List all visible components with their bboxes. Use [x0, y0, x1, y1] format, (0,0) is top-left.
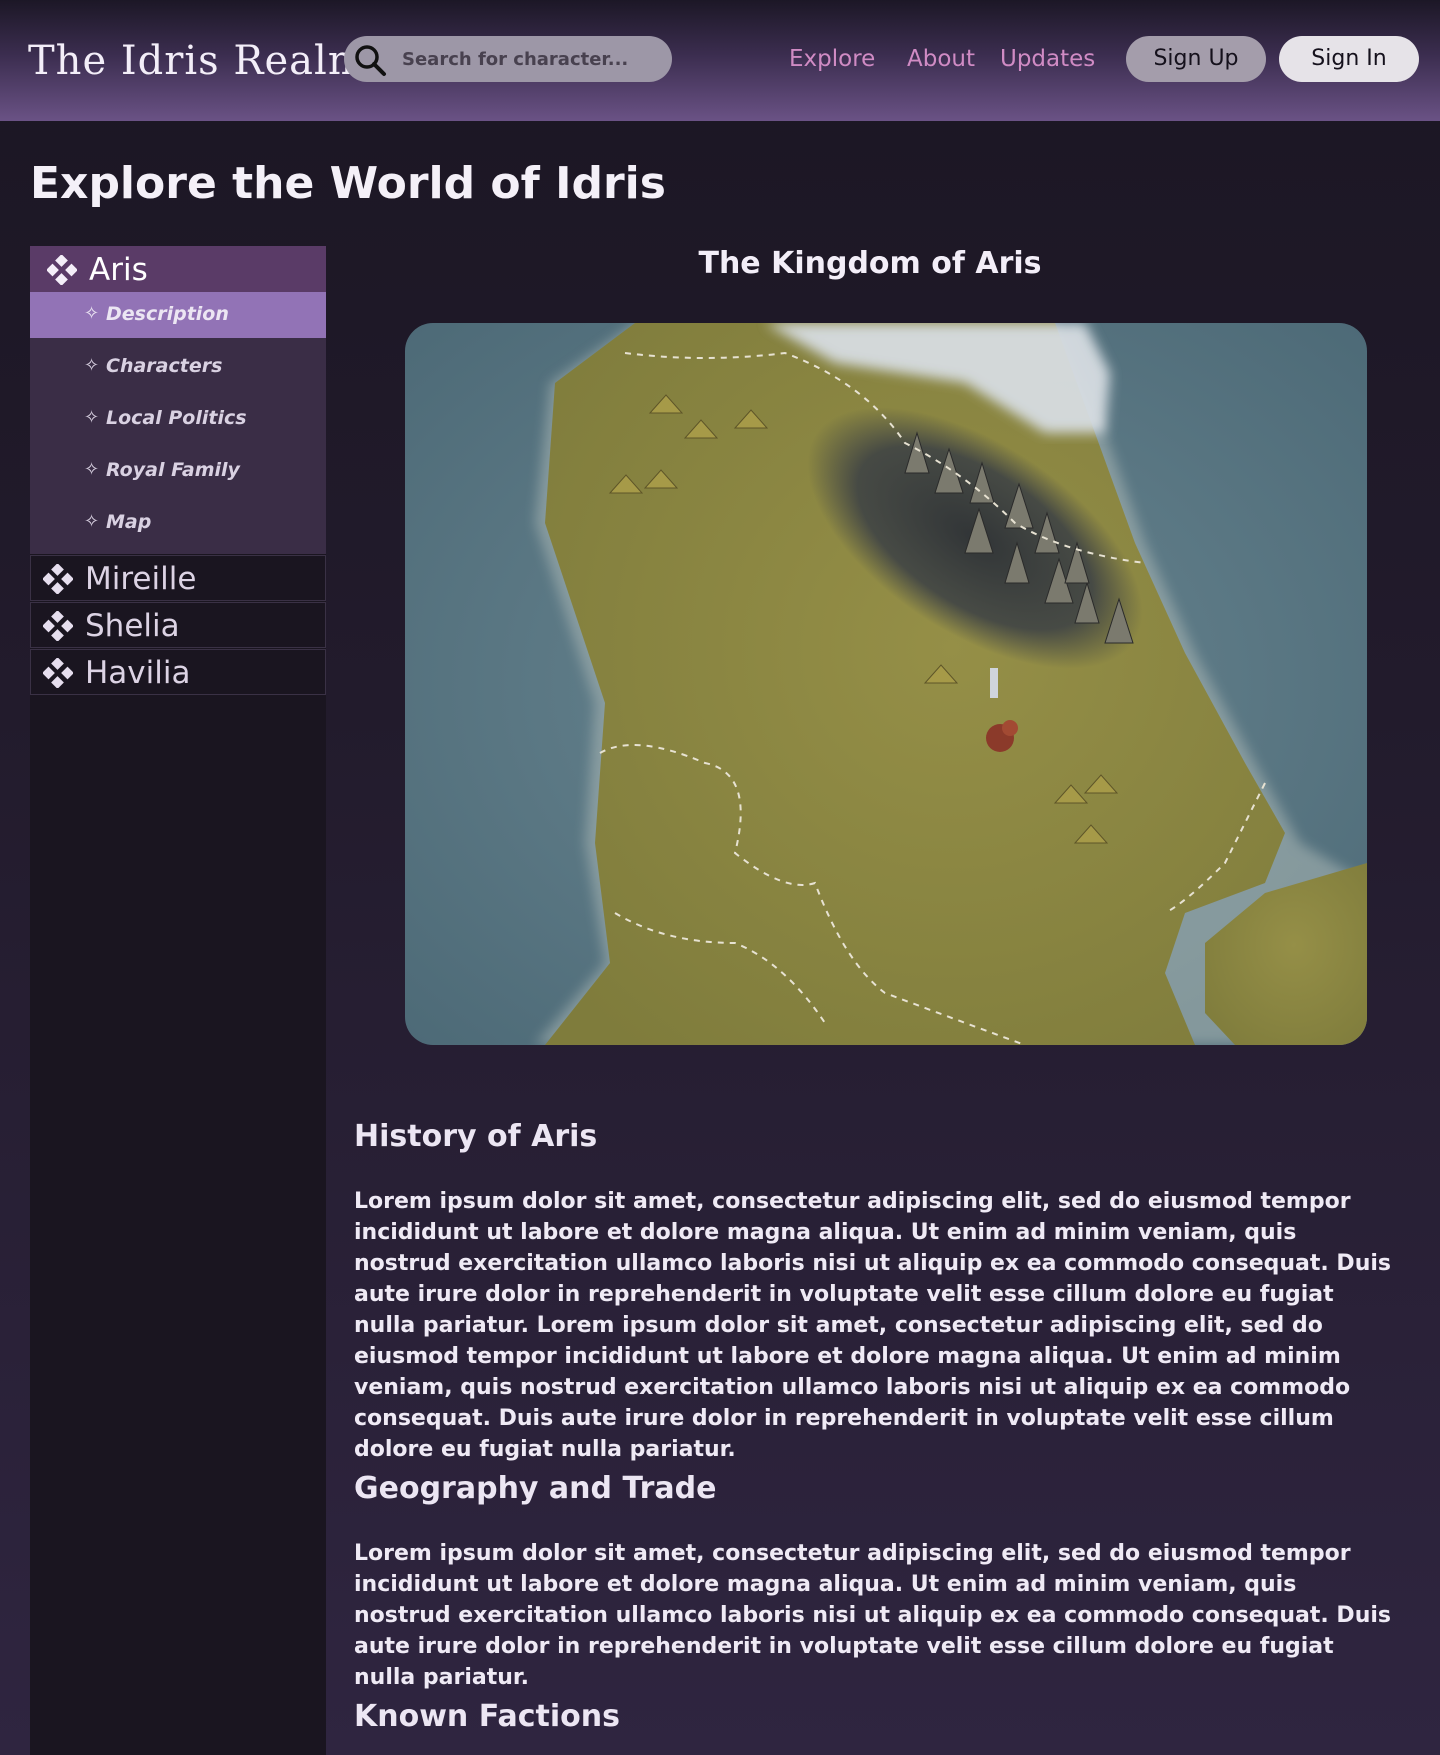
- section-body-history: Lorem ipsum dolor sit amet, consectetur …: [354, 1189, 1391, 1462]
- kingdom-title: The Kingdom of Aris: [698, 246, 1042, 281]
- subnav-label: Description: [106, 303, 229, 325]
- subnav-label: Characters: [106, 355, 223, 377]
- subnav-characters[interactable]: ✧ Characters: [30, 344, 326, 390]
- nav-updates[interactable]: Updates: [1000, 46, 1095, 72]
- sparkle-icon: ✧: [84, 303, 100, 324]
- sidebar-item-label: Shelia: [85, 608, 180, 644]
- sidebar-item-aris[interactable]: Aris: [30, 246, 326, 292]
- subnav-label: Royal Family: [106, 459, 240, 481]
- subnav-label: Map: [106, 511, 152, 533]
- top-nav-bar: The Idris Realm Explore About Updates Si…: [0, 0, 1440, 121]
- page-title: Explore the World of Idris: [30, 158, 666, 209]
- map-illustration: [405, 323, 1367, 1045]
- sign-up-button[interactable]: Sign Up: [1126, 36, 1266, 82]
- nav-about[interactable]: About: [907, 46, 975, 72]
- sidebar-item-havilia[interactable]: Havilia: [30, 649, 326, 695]
- site-logo[interactable]: The Idris Realm: [28, 38, 367, 84]
- diamond-icon: [43, 658, 73, 688]
- diamond-icon: [43, 611, 73, 641]
- section-heading-history: History of Aris: [354, 1119, 598, 1154]
- sidebar-item-mireille[interactable]: Mireille: [30, 555, 326, 601]
- search-input[interactable]: [402, 44, 662, 74]
- kingdom-map: [405, 323, 1367, 1045]
- subnav-map[interactable]: ✧ Map: [30, 500, 326, 546]
- subnav-label: Local Politics: [106, 407, 247, 429]
- sparkle-icon: ✧: [84, 511, 100, 532]
- section-heading-factions: Known Factions: [354, 1699, 620, 1734]
- subnav-royal-family[interactable]: ✧ Royal Family: [30, 448, 326, 494]
- aris-subnav: ✧ Description ✧ Characters ✧ Local Polit…: [30, 292, 326, 554]
- sparkle-icon: ✧: [84, 355, 100, 376]
- nav-explore[interactable]: Explore: [789, 46, 875, 72]
- sign-in-button[interactable]: Sign In: [1279, 36, 1419, 82]
- sidebar-item-label: Mireille: [85, 561, 197, 597]
- region-sidebar: Aris ✧ Description ✧ Characters ✧ Local …: [30, 246, 326, 1755]
- subnav-local-politics[interactable]: ✧ Local Politics: [30, 396, 326, 442]
- sidebar-item-shelia[interactable]: Shelia: [30, 602, 326, 648]
- section-body-geography: Lorem ipsum dolor sit amet, consectetur …: [354, 1541, 1391, 1690]
- diamond-icon: [47, 255, 77, 285]
- search-box[interactable]: [344, 36, 672, 82]
- sparkle-icon: ✧: [84, 407, 100, 428]
- sparkle-icon: ✧: [84, 459, 100, 480]
- sidebar-item-label: Havilia: [85, 655, 191, 691]
- section-heading-geography: Geography and Trade: [354, 1471, 717, 1506]
- subnav-description[interactable]: ✧ Description: [30, 292, 326, 338]
- diamond-icon: [43, 564, 73, 594]
- sidebar-item-label: Aris: [89, 252, 148, 288]
- search-icon[interactable]: [352, 42, 388, 78]
